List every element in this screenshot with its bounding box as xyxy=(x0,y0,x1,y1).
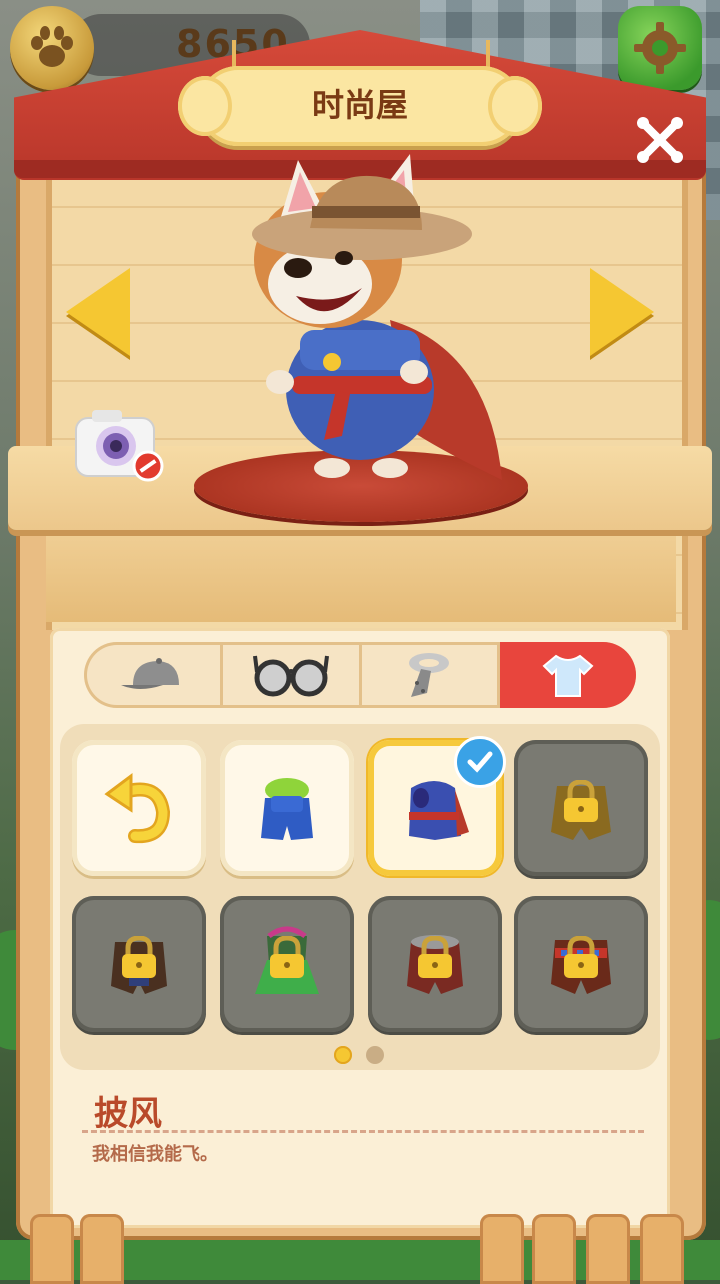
arrow-left-icon[interactable] xyxy=(66,268,130,356)
item-slot-jacket[interactable] xyxy=(514,740,648,876)
fence-post xyxy=(480,1214,524,1284)
glasses-icon xyxy=(252,655,329,697)
item-description-text: 我相信我能飞。 xyxy=(92,1144,218,1165)
lock-icon xyxy=(418,936,452,978)
cap-icon xyxy=(120,658,179,689)
page-dot[interactable] xyxy=(334,1046,352,1064)
close-icon xyxy=(637,117,683,163)
fence-post xyxy=(80,1214,124,1284)
tab-glasses[interactable] xyxy=(223,642,362,708)
lock-icon xyxy=(270,936,304,978)
arrow-right-icon[interactable] xyxy=(590,268,654,356)
camera-button[interactable] xyxy=(72,404,168,484)
item-name: 披风 xyxy=(94,1094,162,1134)
paw-button[interactable] xyxy=(10,6,94,90)
settings-button[interactable] xyxy=(618,6,702,90)
item-slot-coat-red[interactable] xyxy=(368,896,502,1032)
item-slot-poncho[interactable] xyxy=(514,896,648,1032)
overalls-icon xyxy=(261,778,313,840)
page-dot[interactable] xyxy=(366,1046,384,1064)
page-indicator xyxy=(334,1046,384,1064)
undo-icon xyxy=(104,773,171,844)
tab-scarf[interactable] xyxy=(362,642,501,708)
category-tabs xyxy=(84,642,636,708)
shirt-icon xyxy=(542,654,594,697)
fence-post xyxy=(640,1214,684,1284)
divider xyxy=(82,1130,644,1133)
shelf-front xyxy=(46,530,676,622)
selected-check-icon xyxy=(454,736,506,788)
item-description: 披风 我相信我能飞。 xyxy=(60,1074,660,1224)
item-slot-grass-skirt[interactable] xyxy=(220,896,354,1032)
scarf-icon xyxy=(409,653,450,697)
paw-icon xyxy=(31,26,73,67)
fence-post xyxy=(532,1214,576,1284)
fence-post xyxy=(30,1214,74,1284)
tab-shirt[interactable] xyxy=(500,642,636,708)
item-slot-cape[interactable] xyxy=(368,736,506,876)
shop-title: 时尚屋 xyxy=(311,86,408,124)
gear-icon xyxy=(634,22,686,74)
lock-icon xyxy=(122,936,156,978)
shop-title-sign: 时尚屋 xyxy=(178,66,542,146)
item-slot-reset[interactable] xyxy=(72,740,206,876)
lock-icon xyxy=(564,936,598,978)
item-slot-overalls-green[interactable] xyxy=(220,740,354,876)
camera-icon xyxy=(75,410,164,482)
dog-character xyxy=(252,154,502,480)
lock-icon xyxy=(564,780,598,822)
close-button[interactable] xyxy=(630,110,690,170)
fence-post xyxy=(586,1214,630,1284)
item-slot-coat-brown[interactable] xyxy=(72,896,206,1032)
tab-hat[interactable] xyxy=(84,642,223,708)
